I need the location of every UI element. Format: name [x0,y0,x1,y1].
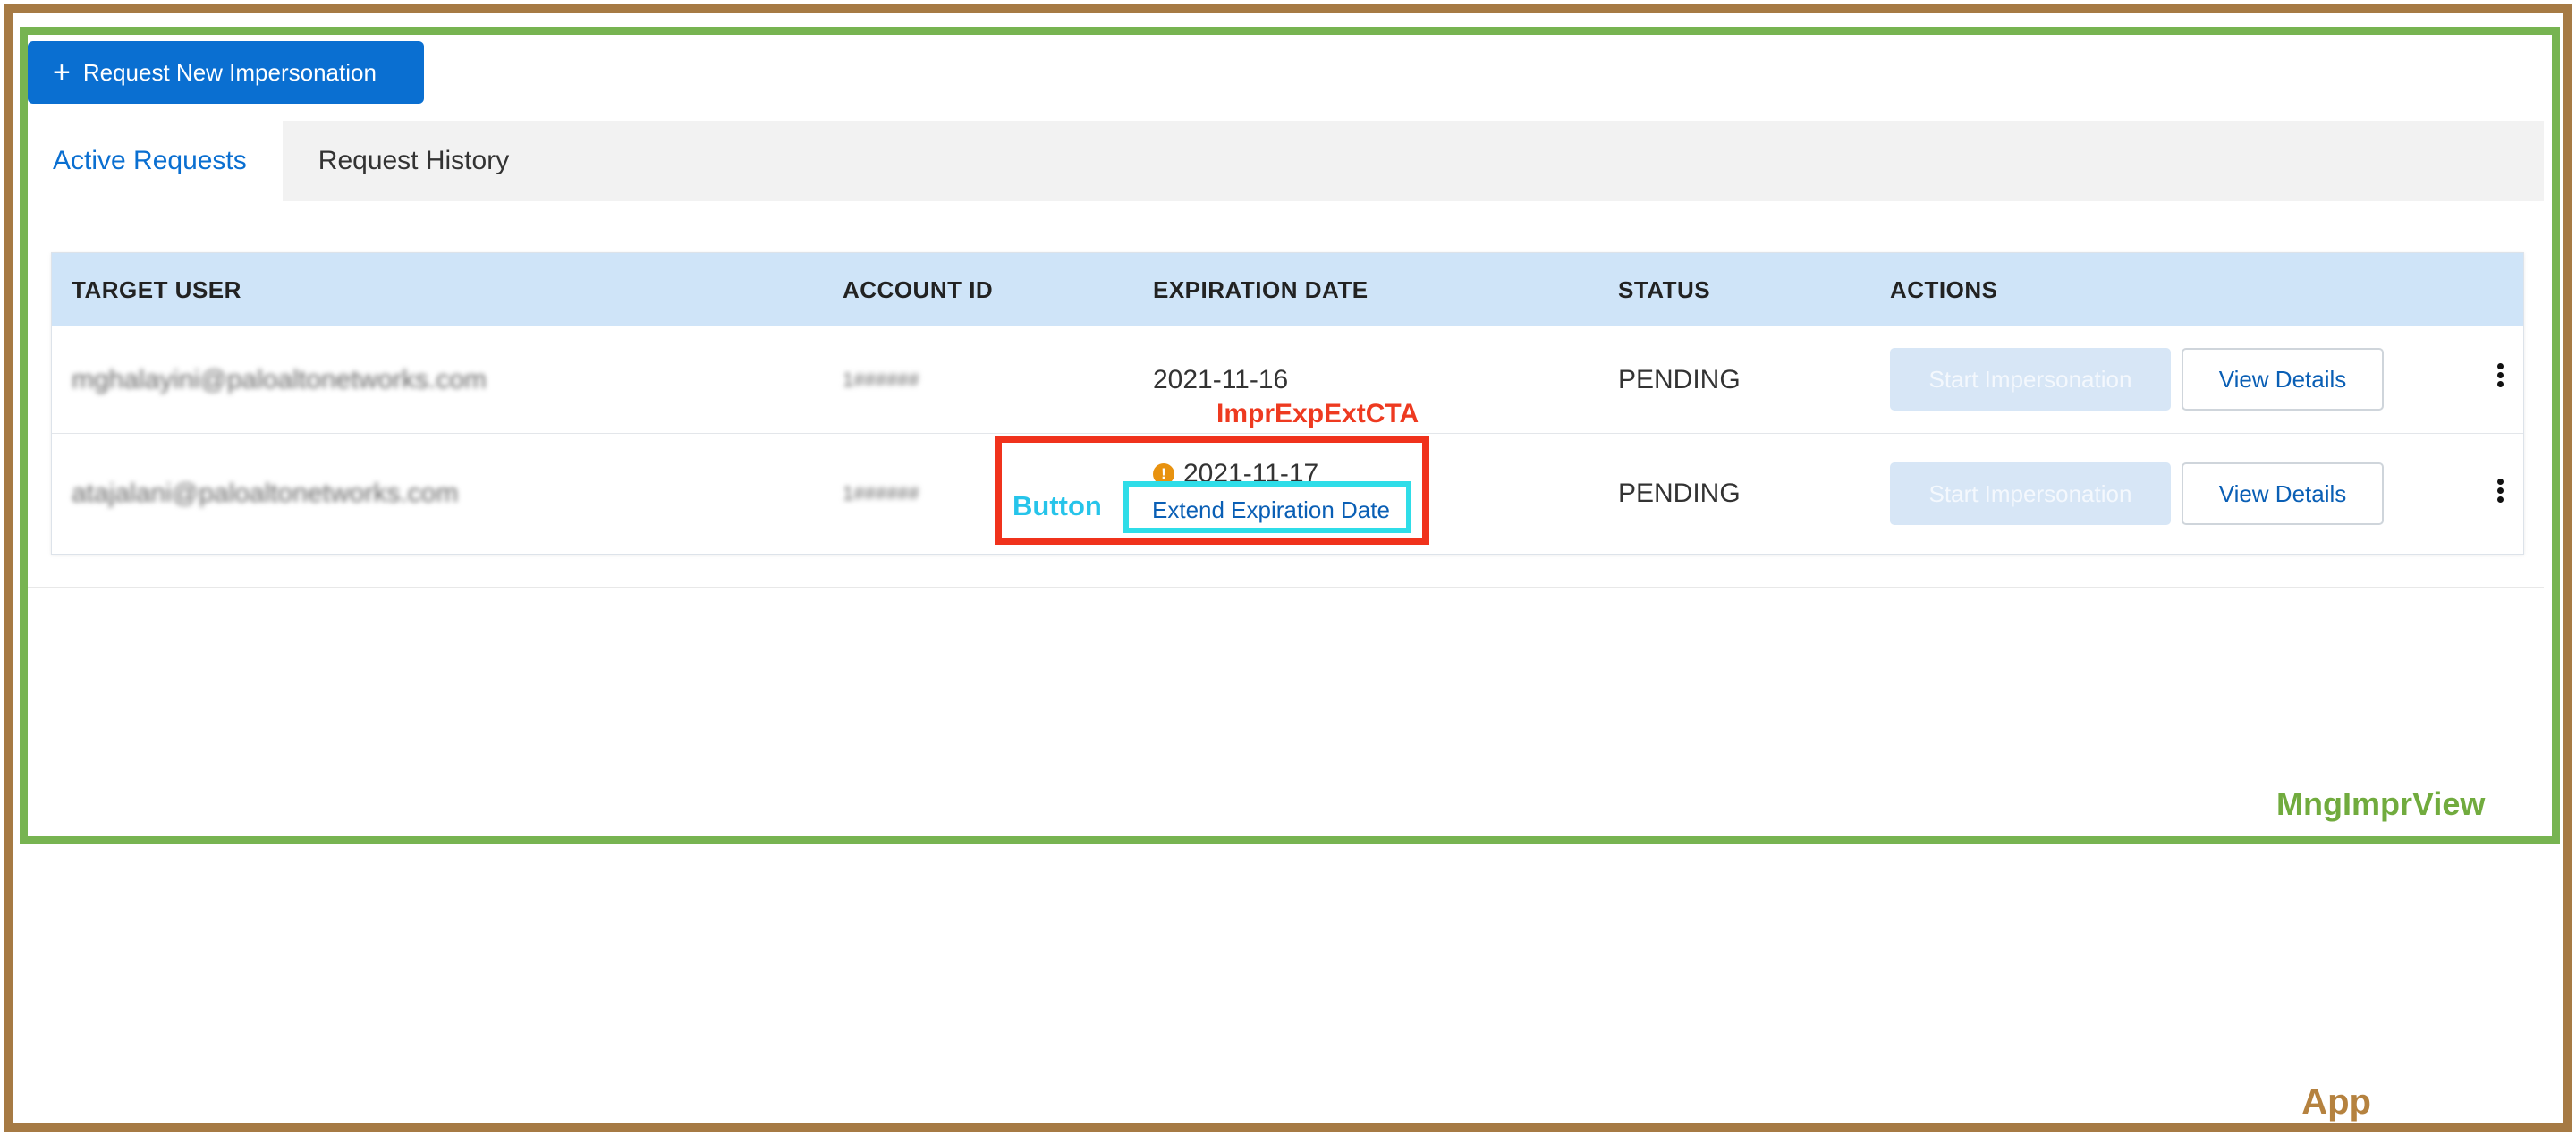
column-header-target-user: TARGET USER [72,276,242,303]
column-header-expiration-date: EXPIRATION DATE [1153,276,1368,303]
button-annotation-label: Button [1013,490,1102,521]
column-header-actions: ACTIONS [1890,276,1998,303]
column-header-status: STATUS [1618,276,1711,303]
view-annotation-label: MngImprView [2276,785,2486,822]
view-details-button[interactable]: View Details [2182,348,2384,411]
table-header: TARGET USER ACCOUNT ID EXPIRATION DATE S… [52,253,2523,326]
account-id-cell: 1###### [843,368,919,391]
tab-bar: Active Requests Request History [28,121,2544,201]
tab-active-requests[interactable]: Active Requests [28,121,283,201]
start-impersonation-button[interactable]: Start Impersonation [1890,348,2171,411]
content-divider [28,587,2544,588]
plus-icon: + [53,55,71,89]
target-user-cell: mghalayini@paloaltonetworks.com [72,364,487,394]
view-details-button[interactable]: View Details [2182,462,2384,525]
start-impersonation-button[interactable]: Start Impersonation [1890,462,2171,525]
kebab-menu-icon[interactable] [2491,360,2509,396]
request-new-impersonation-button[interactable]: + Request New Impersonation [28,41,424,104]
request-new-label: Request New Impersonation [82,58,377,86]
button-highlight-box [1123,481,1411,533]
account-id-cell: 1###### [843,482,919,504]
target-user-cell: atajalani@paloaltonetworks.com [72,479,459,508]
column-header-account-id: ACCOUNT ID [843,276,994,303]
status-cell: PENDING [1618,479,1741,508]
status-cell: PENDING [1618,364,1741,394]
kebab-menu-icon[interactable] [2491,476,2509,512]
app-annotation-label: App [2301,1082,2371,1122]
tab-request-history[interactable]: Request History [283,121,545,201]
cta-annotation-label: ImprExpExtCTA [1216,399,1419,428]
